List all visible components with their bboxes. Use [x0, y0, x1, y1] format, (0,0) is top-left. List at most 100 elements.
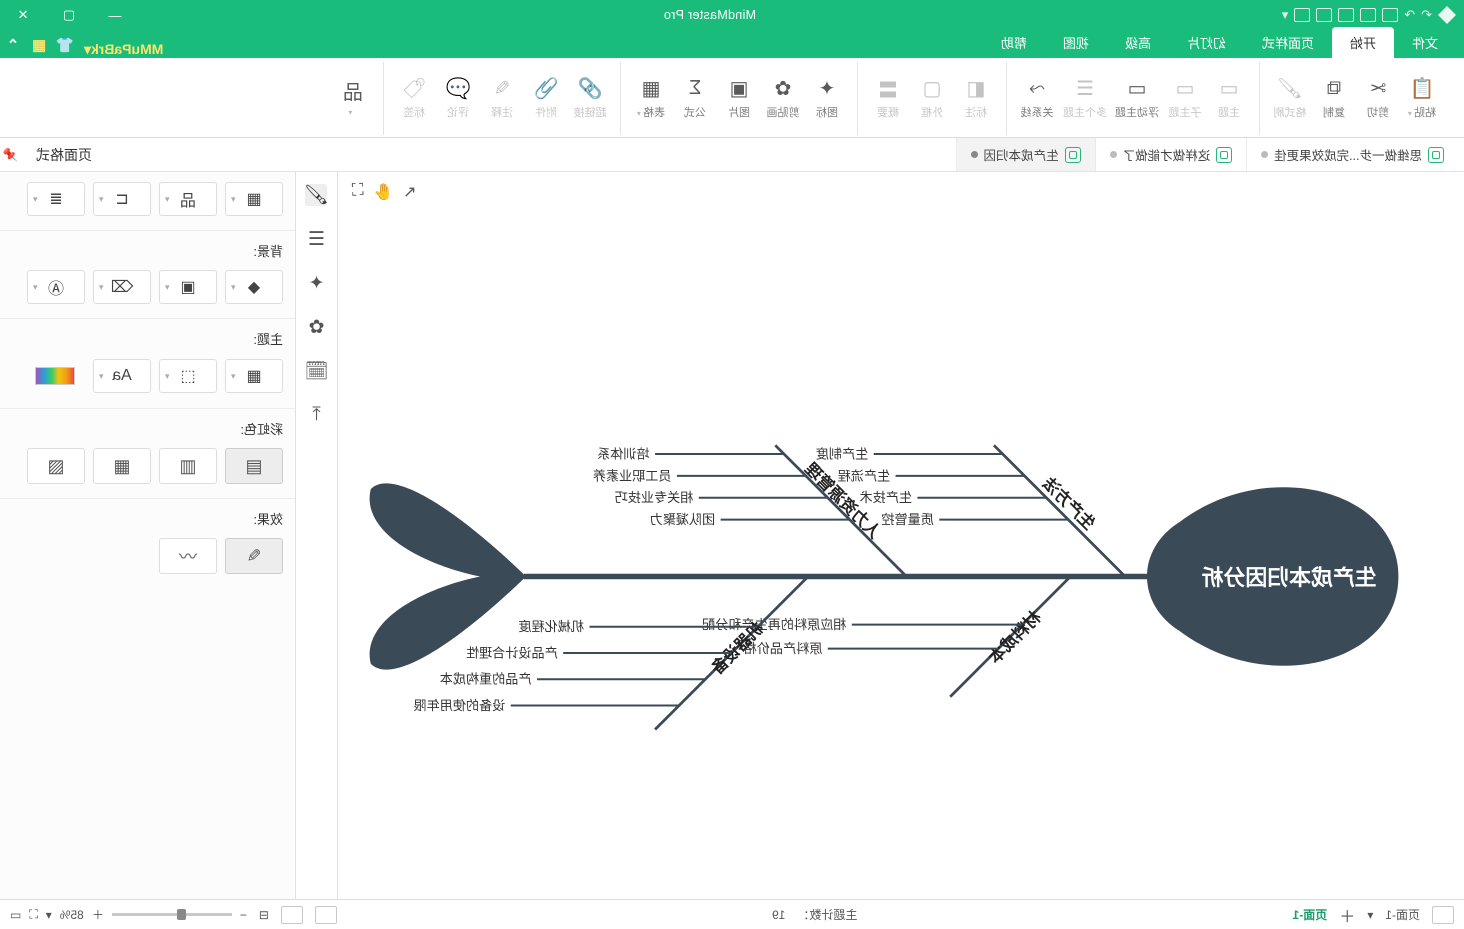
side-format-icon[interactable]: 🖌	[306, 184, 328, 206]
doc-tab-2[interactable]: 这样做才能做了	[1095, 138, 1247, 171]
close-button[interactable]: ✕	[0, 0, 46, 30]
redo-icon[interactable]: ↷	[1404, 7, 1415, 23]
copy-button[interactable]: ⧉复制	[1312, 66, 1356, 132]
fit-tool-icon[interactable]: ⛶	[352, 182, 363, 202]
view-normal-icon[interactable]	[315, 906, 337, 924]
multi-topic-button[interactable]: ☰多个主题	[1059, 66, 1111, 132]
pin-icon[interactable]: 📌	[4, 148, 18, 162]
cut-button[interactable]: ✂剪切	[1356, 66, 1400, 132]
current-page[interactable]: 页面-1	[1293, 906, 1328, 923]
print-icon[interactable]	[1316, 8, 1332, 22]
menu-view[interactable]: 视图	[1045, 27, 1107, 58]
rainbow-swatch[interactable]	[25, 358, 85, 394]
svg-text:团队凝聚力: 团队凝聚力	[650, 512, 716, 527]
maximize-button[interactable]: ▢	[46, 0, 92, 30]
page-dropdown-icon[interactable]: ▾	[1367, 908, 1373, 922]
note-button[interactable]: ✎注释	[480, 66, 524, 132]
table-button[interactable]: ▦表格	[629, 66, 673, 132]
collapse-icon[interactable]: ⊟	[259, 908, 269, 922]
menu-slideshow[interactable]: 幻灯片	[1169, 27, 1244, 58]
canvas[interactable]: 生产成本归因分析 生产方法 质量管控 生产技术 生产流程 生产制度 人力资源管理…	[338, 172, 1464, 899]
clipart-button[interactable]: ✿剪贴画	[761, 66, 805, 132]
panel-title: 页面格式	[18, 145, 92, 165]
annotate-button[interactable]: ◧标注	[954, 66, 998, 132]
doc-tab-3[interactable]: 生产成本归因	[956, 138, 1095, 171]
topic-count-label: 主题计数：	[797, 906, 857, 923]
watermark-dropdown[interactable]: Ⓐ	[27, 270, 85, 304]
side-icon-icon[interactable]: ✦	[306, 272, 328, 294]
effect-option-2[interactable]: 〰	[159, 538, 217, 574]
side-task-icon[interactable]: 🗓	[306, 360, 328, 382]
zoom-value: 85%	[60, 908, 84, 922]
floating-topic-button[interactable]: ▭浮动主题	[1111, 66, 1163, 132]
effect-option-1[interactable]: ✎	[225, 538, 283, 574]
new-icon[interactable]	[1382, 8, 1398, 22]
app-logo-icon	[1438, 6, 1456, 24]
view-mode-1[interactable]	[1432, 906, 1454, 924]
summary-button[interactable]: 〓概要	[866, 66, 910, 132]
layout-type-dropdown[interactable]: ▦	[225, 182, 283, 216]
menu-advanced[interactable]: 高级	[1107, 27, 1169, 58]
icon-button[interactable]: ✦图标	[805, 66, 849, 132]
outline-button[interactable]: ▢外框	[910, 66, 954, 132]
doc-tab-label: 这样做才能做了	[1123, 145, 1211, 164]
hand-tool-icon[interactable]: ✋	[373, 182, 393, 202]
theme-color-dropdown[interactable]: ⬚	[159, 359, 217, 393]
layout-dropdown[interactable]: 品	[331, 66, 375, 132]
zoom-out-icon[interactable]: −	[240, 908, 247, 922]
menu-help[interactable]: 帮助	[983, 27, 1045, 58]
shirt-icon[interactable]: 👕	[52, 32, 78, 58]
minimize-button[interactable]: —	[92, 0, 138, 30]
bg-image-dropdown[interactable]: ▣	[159, 270, 217, 304]
side-clipart-icon[interactable]: ✿	[306, 316, 328, 338]
fit-width-icon[interactable]: ▭	[10, 908, 21, 922]
branch-dropdown[interactable]: ⊏	[93, 182, 151, 216]
bg-color-dropdown[interactable]: ◆	[225, 270, 283, 304]
save-icon[interactable]	[1338, 8, 1354, 22]
collapse-ribbon-icon[interactable]: ⌃	[0, 32, 26, 58]
relation-button[interactable]: ⤳关系线	[1015, 66, 1059, 132]
svg-text:培训体系: 培训体系	[597, 446, 649, 461]
undo-icon[interactable]: ↶	[1421, 7, 1432, 23]
formula-button[interactable]: Σ公式	[673, 66, 717, 132]
format-painter-button[interactable]: 🖌格式刷	[1268, 66, 1312, 132]
color-option-2[interactable]: ▥	[159, 448, 217, 484]
picture-button[interactable]: ▣图片	[717, 66, 761, 132]
doc-tab-1[interactable]: 思维做一步...完成效果更佳	[1246, 138, 1458, 171]
side-export-icon[interactable]: ⤒	[306, 404, 328, 426]
hyperlink-button[interactable]: 🔗超链接	[568, 66, 612, 132]
add-page-icon[interactable]: ＋	[1339, 903, 1355, 927]
tag-button[interactable]: 🏷标签	[392, 66, 436, 132]
export-icon[interactable]	[1294, 8, 1310, 22]
view-full-icon[interactable]	[281, 906, 303, 924]
doc-icon	[1216, 147, 1232, 163]
paste-button[interactable]: 📋粘贴	[1400, 66, 1444, 132]
qat-more-icon[interactable]: ▾	[1282, 7, 1289, 23]
menu-file[interactable]: 文件	[1394, 27, 1456, 58]
menu-start[interactable]: 开始	[1332, 27, 1394, 58]
theme-preset-dropdown[interactable]: ▦	[225, 359, 283, 393]
color-option-4[interactable]: ▧	[27, 448, 85, 484]
comment-button[interactable]: 💬评论	[436, 66, 480, 132]
open-icon[interactable]	[1360, 8, 1376, 22]
brand-text[interactable]: MMuPaBrk▾	[78, 41, 169, 58]
color-option-1[interactable]: ▤	[225, 448, 283, 484]
number-dropdown[interactable]: ≣	[27, 182, 85, 216]
zoom-dropdown-icon[interactable]: ▾	[46, 908, 52, 922]
topic-count: 19	[772, 908, 785, 922]
font-dropdown[interactable]: Aa	[93, 359, 151, 393]
zoom-slider[interactable]	[112, 913, 232, 916]
bg-remove-dropdown[interactable]: ⌫	[93, 270, 151, 304]
subtopic-button[interactable]: ▭子主题	[1163, 66, 1207, 132]
cursor-tool-icon[interactable]: ↖	[403, 182, 416, 202]
color-option-3[interactable]: ▦	[93, 448, 151, 484]
connector-dropdown[interactable]: 品	[159, 182, 217, 216]
tab-status-dot	[1110, 151, 1117, 158]
attachment-button[interactable]: 📎附件	[524, 66, 568, 132]
side-outline-icon[interactable]: ☰	[306, 228, 328, 250]
menu-page-style[interactable]: 页面样式	[1244, 27, 1332, 58]
zoom-in-icon[interactable]: ＋	[92, 906, 104, 923]
fit-page-icon[interactable]: ⛶	[29, 907, 37, 922]
topic-button[interactable]: ▭主题	[1207, 66, 1251, 132]
grid-icon[interactable]: ▦	[26, 32, 52, 58]
